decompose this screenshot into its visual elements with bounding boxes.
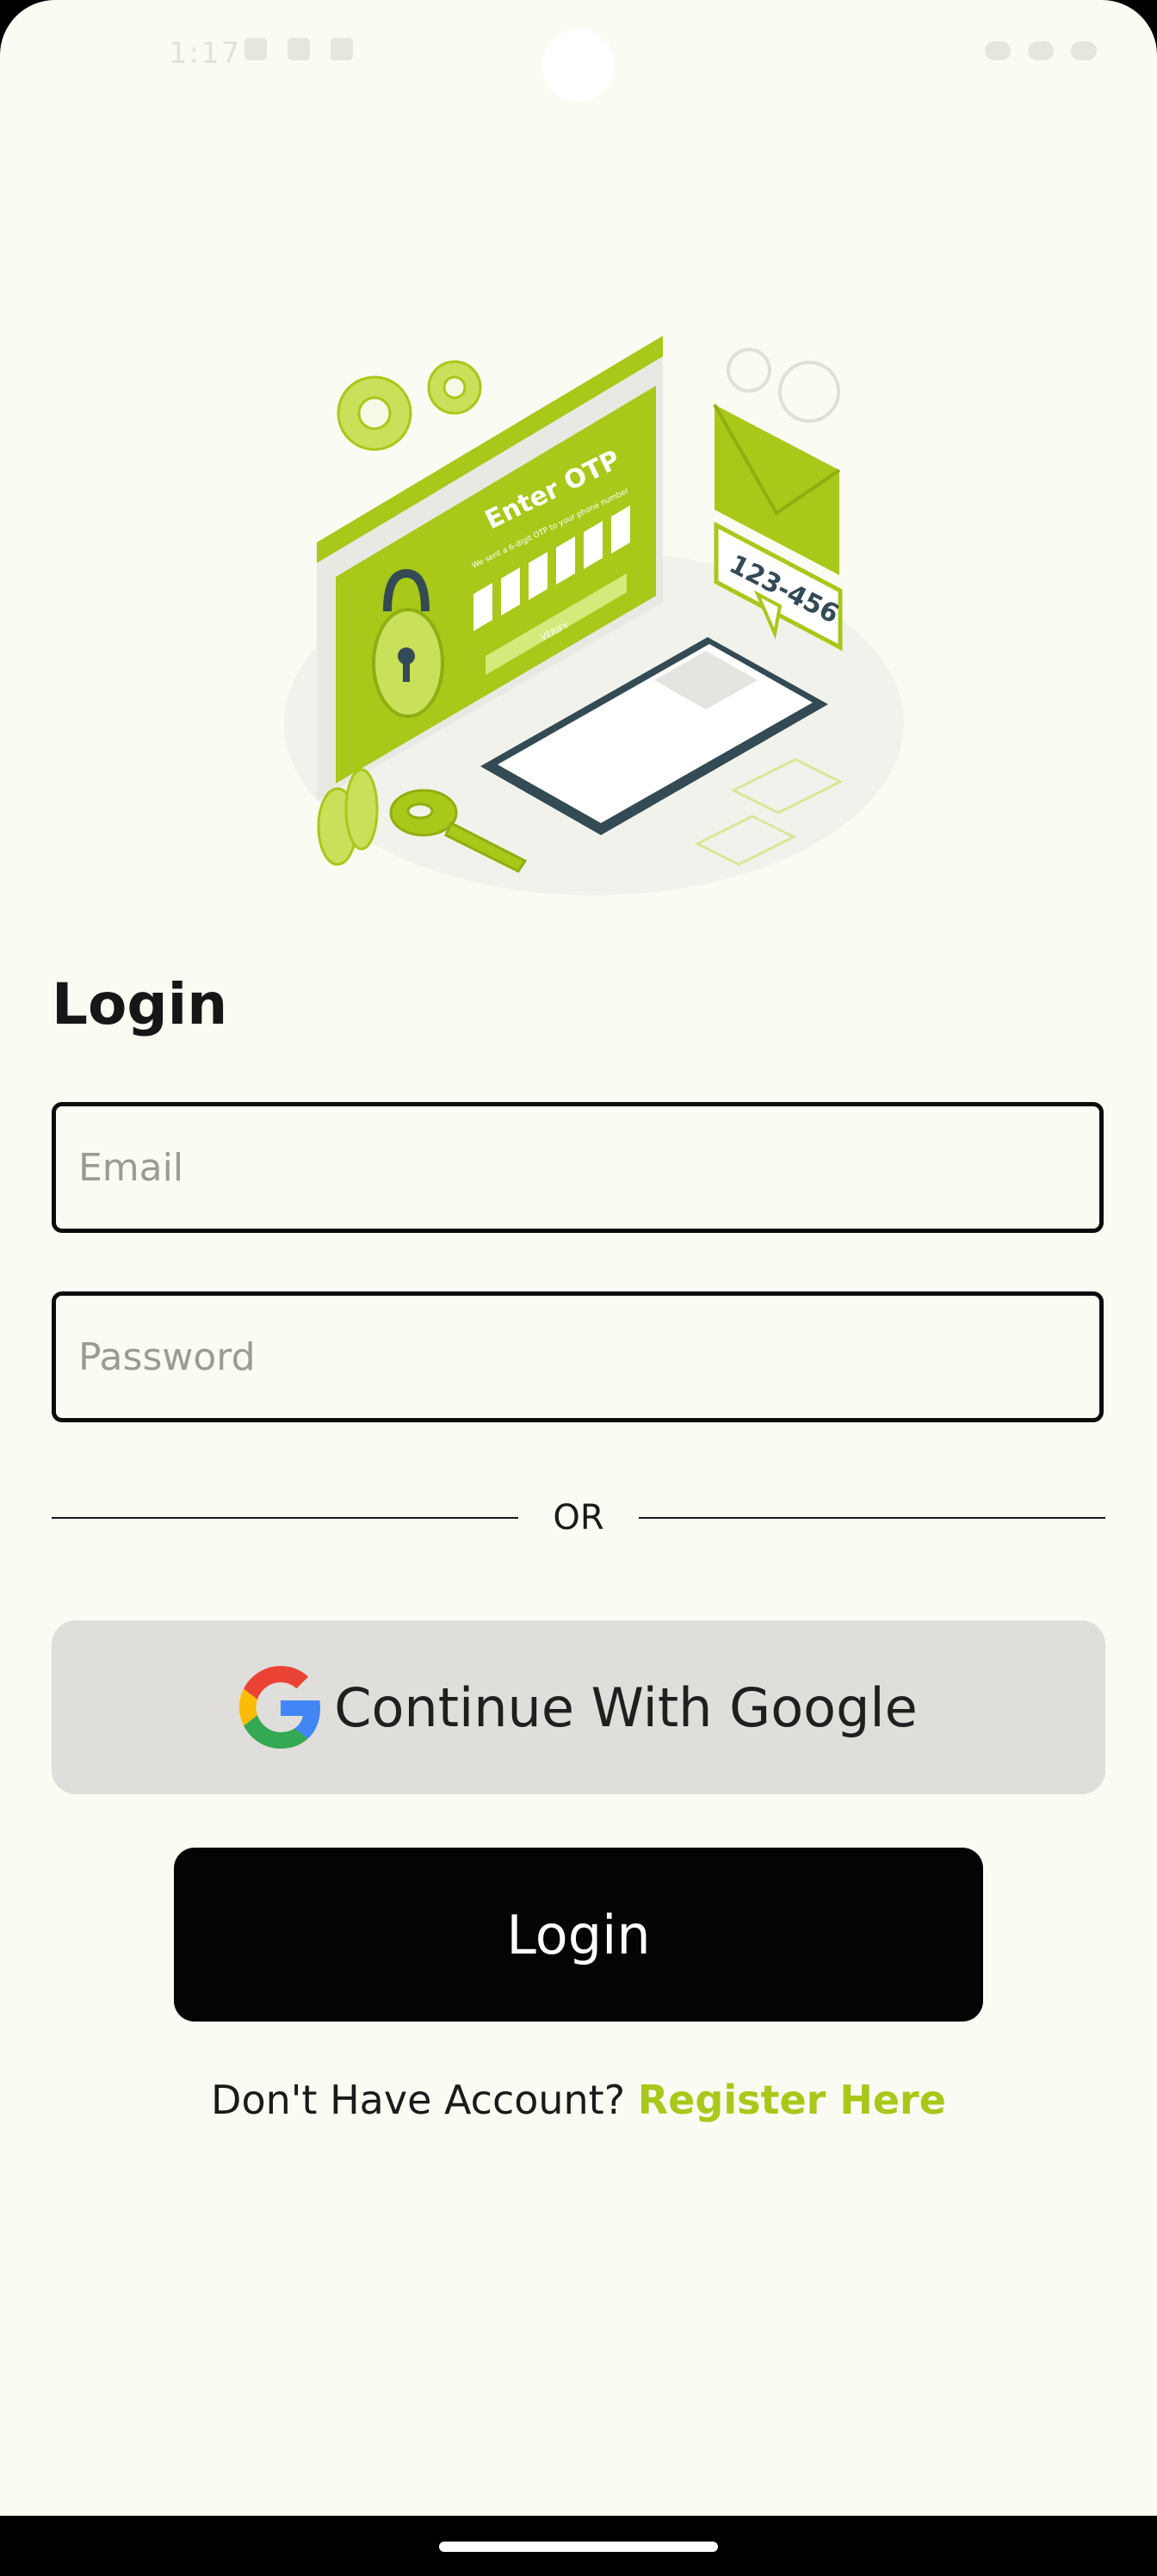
system-icons	[985, 41, 1097, 60]
notification-icon	[244, 38, 267, 60]
register-row: Don't Have Account? Register Here	[0, 2077, 1157, 2123]
gear-outline-icon	[727, 348, 840, 423]
password-field[interactable]	[52, 1291, 1104, 1422]
register-prompt: Don't Have Account?	[211, 2077, 626, 2123]
page-title: Login	[52, 971, 228, 1037]
media-icon	[331, 38, 353, 60]
status-bar: 1:17	[0, 0, 1157, 103]
register-link[interactable]: Register Here	[638, 2077, 946, 2123]
gear-icon	[337, 360, 482, 451]
google-g-icon	[239, 1666, 321, 1749]
signal-icon	[1028, 41, 1054, 60]
google-sign-in-button[interactable]: Continue With Google	[52, 1620, 1105, 1794]
google-button-label: Continue With Google	[334, 1675, 918, 1739]
or-divider: OR	[52, 1491, 1105, 1543]
otp-illustration: Enter OTP We sent a 6-digit OTP to your …	[284, 336, 904, 895]
home-indicator[interactable]	[439, 2542, 718, 2552]
wifi-icon	[985, 41, 1011, 60]
notification-icons	[244, 38, 353, 60]
status-time: 1:17	[169, 36, 242, 71]
login-button[interactable]: Login	[174, 1848, 983, 2022]
or-text: OR	[553, 1498, 604, 1538]
divider-line-left	[52, 1517, 518, 1519]
divider-line-right	[639, 1517, 1105, 1519]
cloud-icon	[288, 38, 310, 60]
battery-icon	[1071, 41, 1097, 60]
email-field[interactable]	[52, 1102, 1104, 1233]
front-camera	[542, 29, 615, 102]
login-screen: 1:17 Enter OTP We sent a 6-digit OTP to …	[0, 0, 1157, 2576]
